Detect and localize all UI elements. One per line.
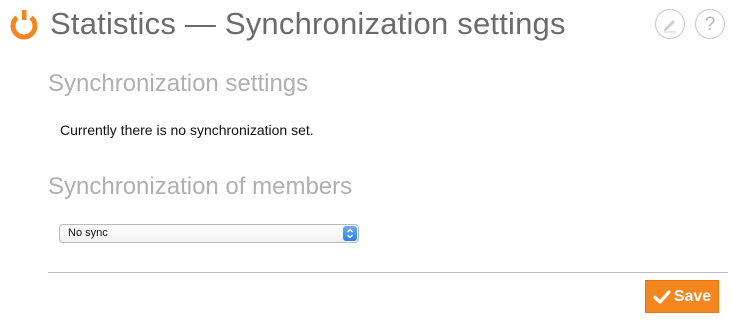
save-button[interactable]: Save	[645, 280, 719, 313]
members-sync-heading: Synchronization of members	[48, 173, 353, 200]
brand-logo-ring-icon	[10, 10, 38, 40]
pencil-icon	[664, 20, 676, 33]
sync-status-text: Currently there is no synchronization se…	[60, 122, 314, 138]
page-title: Statistics — Synchronization settings	[50, 6, 566, 41]
sync-settings-heading: Synchronization settings	[48, 70, 309, 97]
members-sync-select[interactable]: No sync	[59, 224, 359, 243]
members-sync-select-value: No sync	[68, 227, 108, 239]
footer-divider	[48, 272, 728, 273]
help-label: ?	[704, 13, 716, 35]
save-label: Save	[673, 287, 712, 305]
page-header: Statistics — Synchronization settings ?	[0, 0, 743, 50]
help-button[interactable]: ?	[695, 9, 725, 39]
checkmark-icon	[653, 289, 671, 304]
edit-button[interactable]	[655, 9, 685, 39]
select-arrows-icon	[343, 226, 357, 241]
